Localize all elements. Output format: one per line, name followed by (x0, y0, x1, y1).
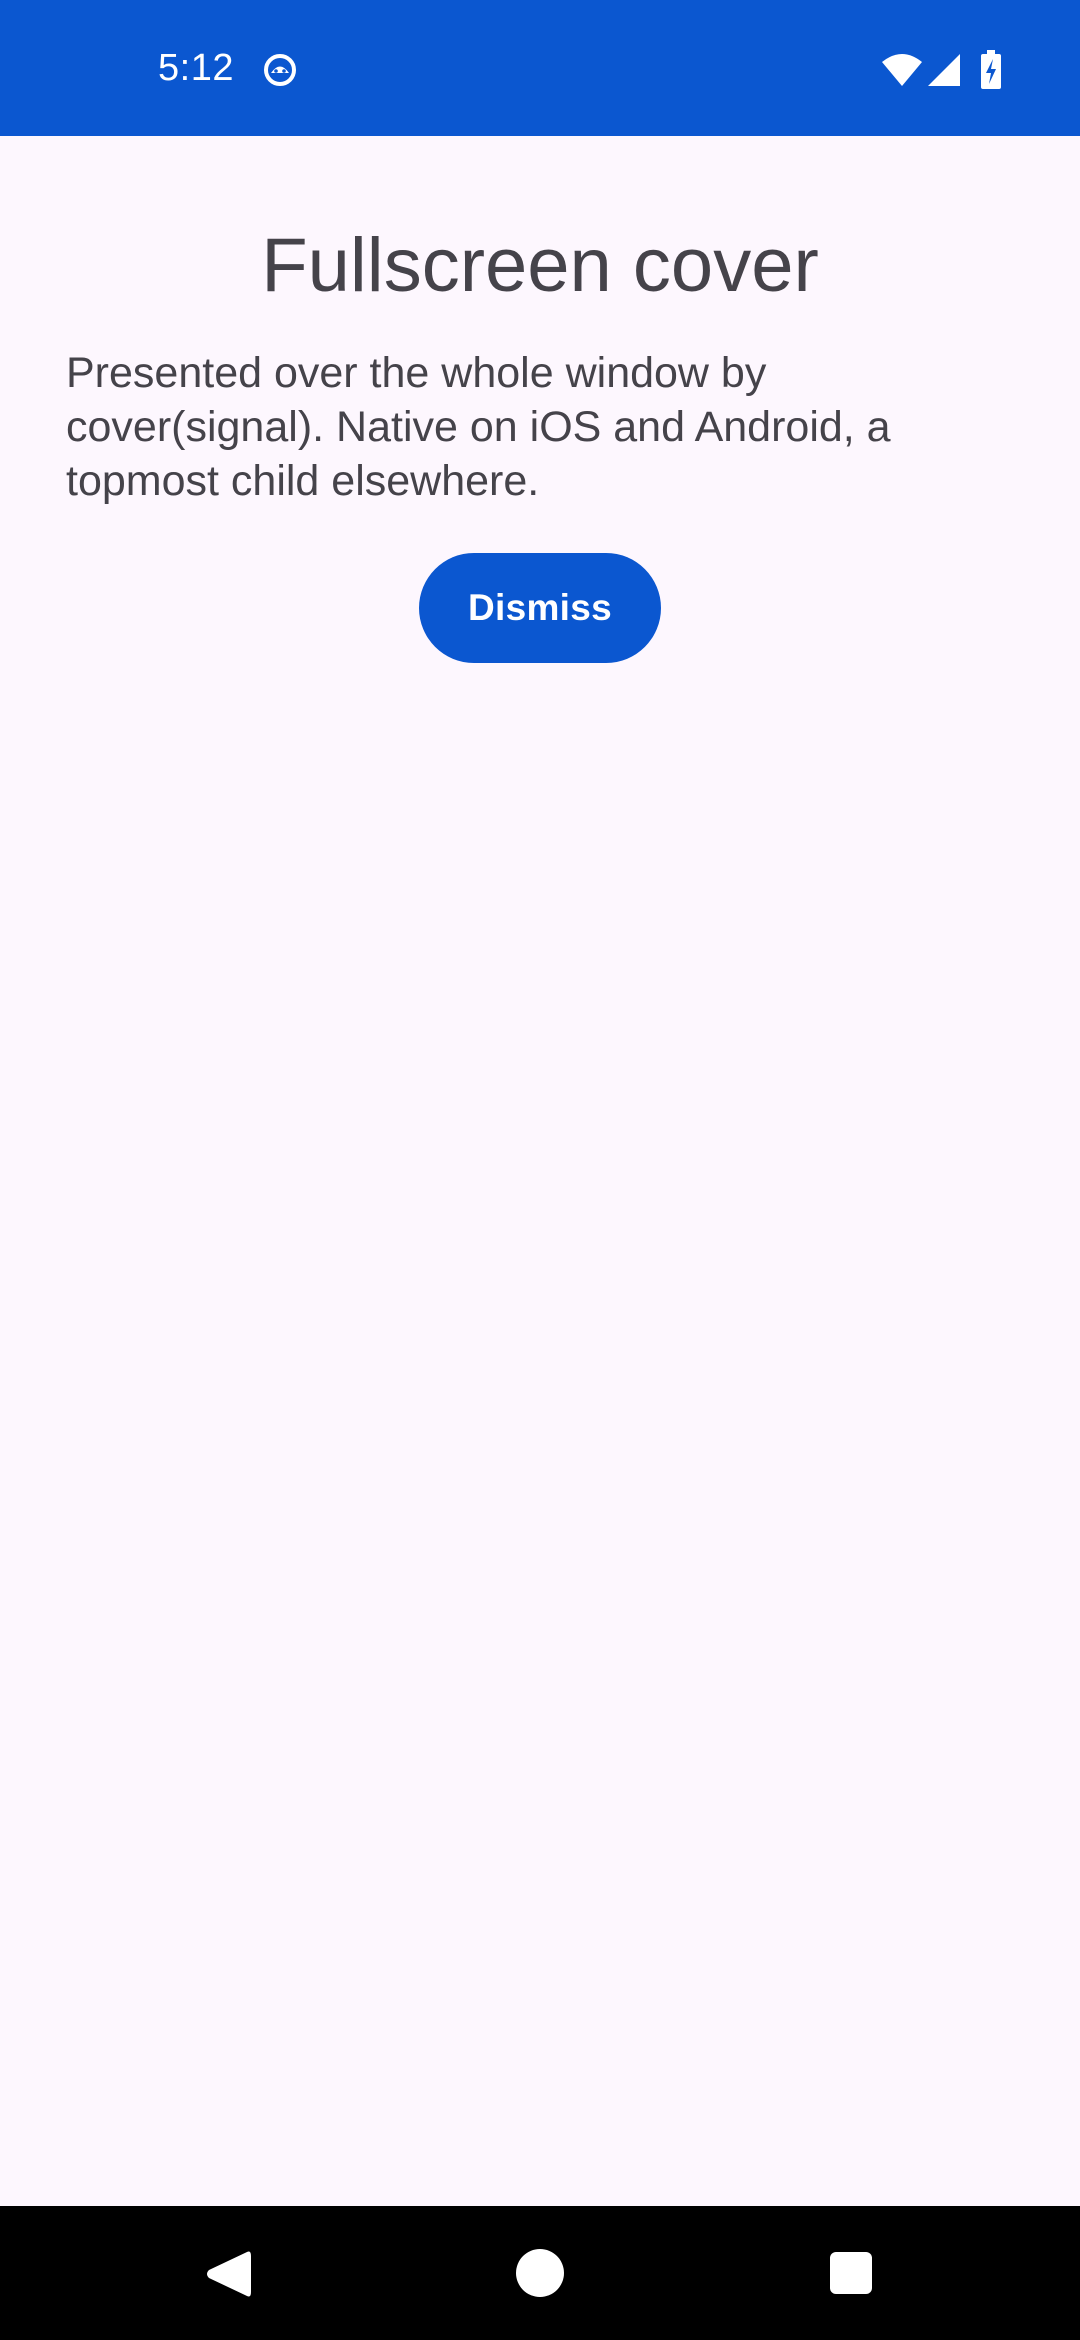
fullscreen-cover: Fullscreen cover Presented over the whol… (0, 136, 1080, 2206)
status-time: 5:12 (158, 47, 234, 89)
home-icon[interactable] (516, 2249, 564, 2297)
cell-signal-icon (928, 54, 960, 86)
dismiss-button[interactable]: Dismiss (419, 553, 661, 663)
status-bar: 5:12 (0, 0, 1080, 136)
back-icon[interactable] (203, 2248, 253, 2300)
navigation-bar (0, 2206, 1080, 2340)
battery-charging-icon (981, 50, 1001, 89)
page-title: Fullscreen cover (261, 223, 819, 308)
recents-icon[interactable] (830, 2252, 872, 2294)
description-text: Presented over the whole window by cover… (66, 349, 891, 505)
wifi-icon (882, 54, 922, 86)
notification-icon (264, 54, 296, 86)
